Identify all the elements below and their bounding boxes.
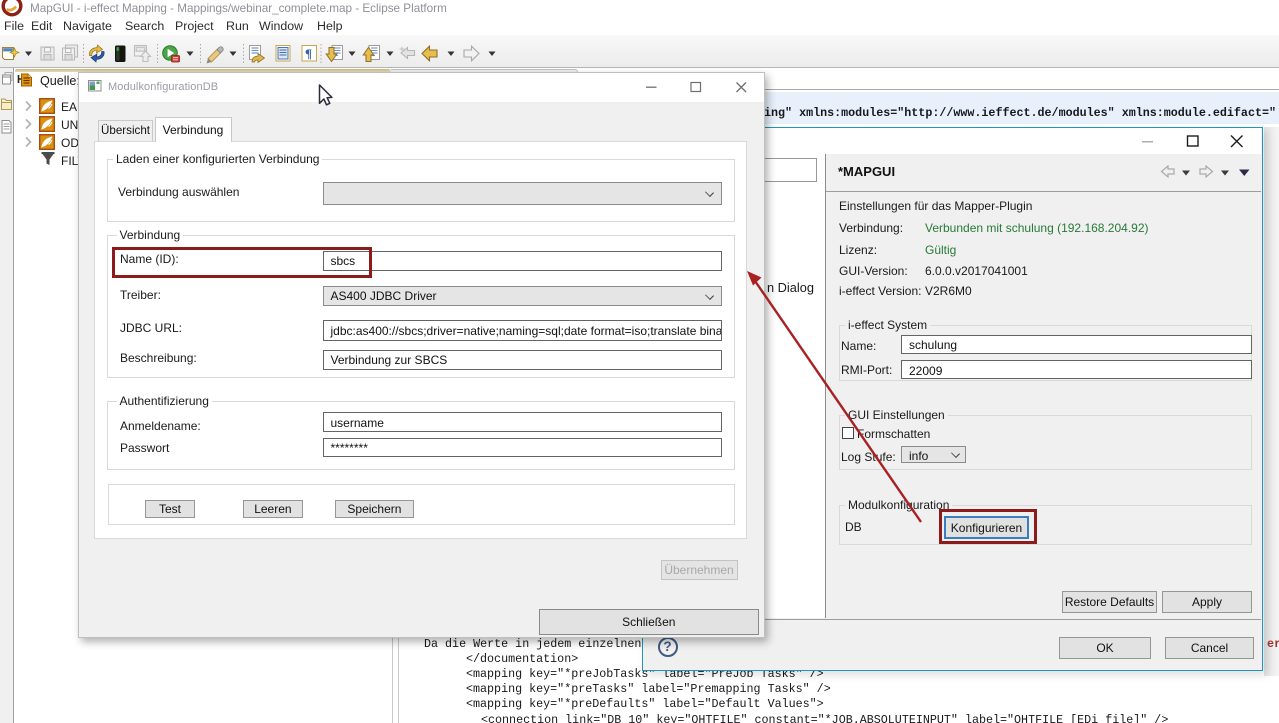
svg-text:¶: ¶ <box>305 46 312 61</box>
